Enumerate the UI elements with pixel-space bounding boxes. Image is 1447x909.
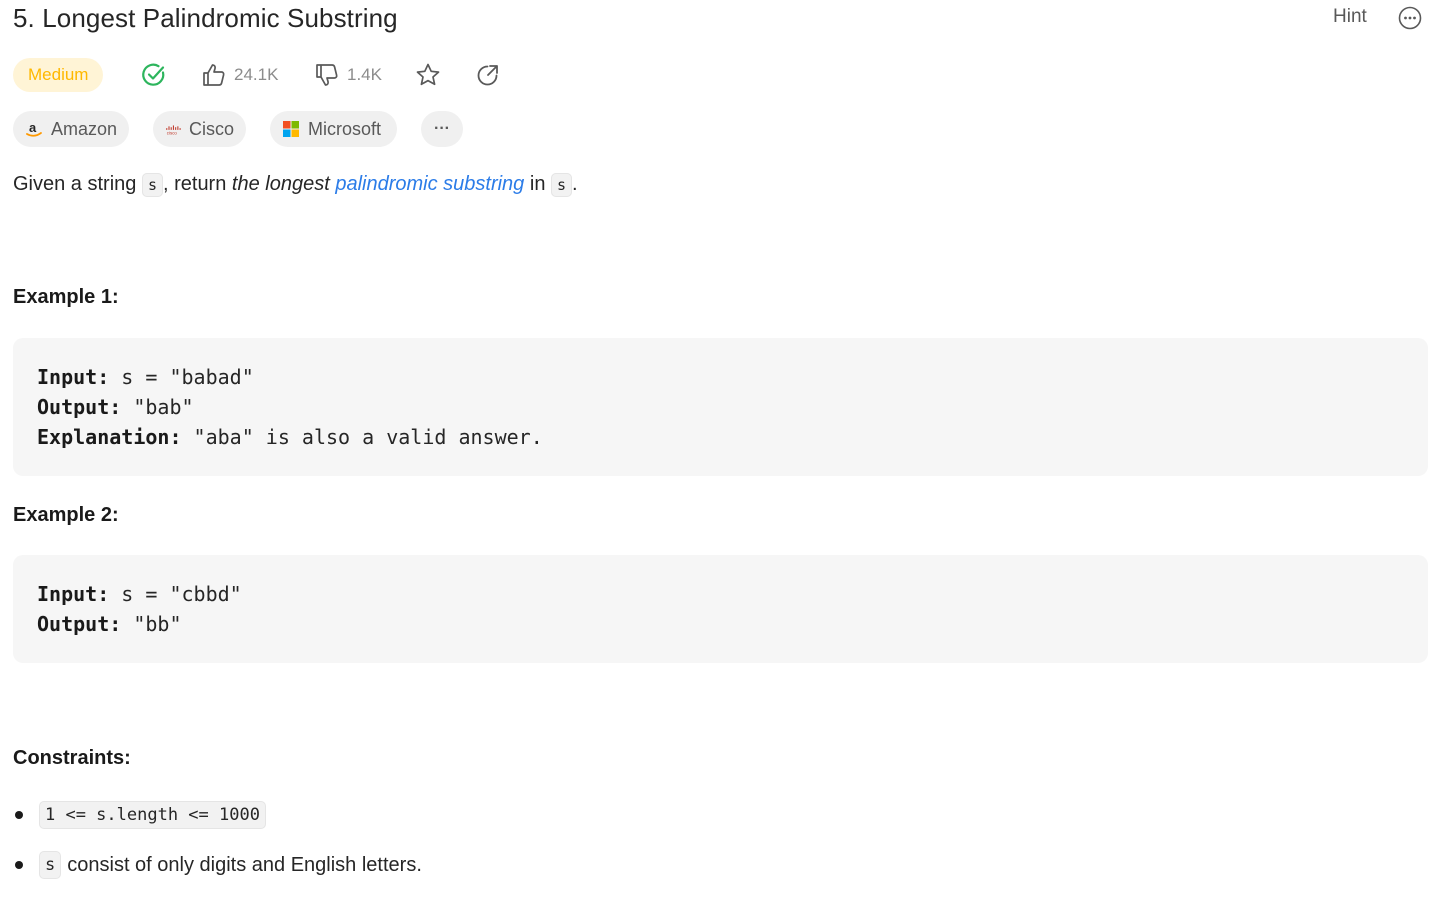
constraints-heading: Constraints: bbox=[13, 747, 131, 769]
bullet-dot bbox=[15, 811, 23, 819]
tag-cisco[interactable]: cisco Cisco bbox=[153, 111, 246, 147]
inline-code: s bbox=[551, 173, 573, 197]
solved-check-icon bbox=[142, 63, 165, 86]
difficulty-badge: Medium bbox=[13, 58, 104, 92]
desc-text: in bbox=[524, 173, 551, 195]
desc-text: , return bbox=[162, 173, 232, 195]
more-options-icon[interactable] bbox=[1398, 6, 1422, 30]
example-1-box: Input: s = "babad" Output: "bab" Explana… bbox=[13, 338, 1428, 476]
example-2-heading: Example 2: bbox=[13, 504, 119, 526]
amazon-logo-icon: a bbox=[26, 120, 42, 137]
example-1-heading: Example 1: bbox=[13, 286, 119, 308]
example-output-line: Output: "bab" bbox=[37, 395, 194, 419]
bullet-dot bbox=[15, 861, 23, 869]
hint-button[interactable]: Hint bbox=[1333, 6, 1367, 28]
inline-code: 1 <= s.length <= 1000 bbox=[39, 801, 266, 829]
more-icon: ··· bbox=[434, 120, 450, 137]
cisco-logo-icon: cisco bbox=[166, 125, 181, 135]
constraint-item: s consist of only digits and English let… bbox=[13, 851, 422, 879]
tag-amazon[interactable]: a Amazon bbox=[13, 111, 129, 147]
tag-microsoft[interactable]: Microsoft bbox=[270, 111, 397, 147]
likes-count: 24.1K bbox=[234, 65, 279, 84]
thumbs-up-icon[interactable] bbox=[201, 62, 227, 88]
svg-text:a: a bbox=[29, 120, 37, 135]
problem-description: Given a string s, return the longest pal… bbox=[13, 173, 578, 197]
more-tags-button[interactable]: ··· bbox=[421, 111, 463, 147]
tag-label: Microsoft bbox=[308, 118, 382, 139]
problem-title: 5. Longest Palindromic Substring bbox=[13, 3, 398, 33]
example-input-line: Input: s = "cbbd" bbox=[37, 582, 242, 606]
desc-italic: the longest bbox=[231, 173, 330, 195]
svg-text:cisco: cisco bbox=[167, 130, 178, 135]
share-icon[interactable] bbox=[475, 62, 501, 88]
desc-text: Given a string bbox=[13, 173, 142, 195]
dislikes-count: 1.4K bbox=[347, 65, 382, 84]
example-input-line: Input: s = "babad" bbox=[37, 365, 254, 389]
meta-row: Medium bbox=[13, 58, 104, 92]
tag-label: Amazon bbox=[50, 118, 117, 139]
star-icon[interactable] bbox=[415, 62, 441, 88]
example-explanation-line: Explanation: "aba" is also a valid answe… bbox=[37, 425, 543, 449]
inline-code: s bbox=[141, 173, 163, 197]
example-output-line: Output: "bb" bbox=[37, 612, 182, 636]
desc-text: . bbox=[572, 173, 578, 195]
example-2-box: Input: s = "cbbd" Output: "bb" bbox=[13, 555, 1428, 663]
inline-code: s bbox=[39, 851, 62, 879]
constraint-text: consist of only digits and English lette… bbox=[67, 853, 422, 876]
tag-label: Cisco bbox=[188, 118, 234, 139]
thumbs-down-icon[interactable] bbox=[314, 62, 340, 88]
constraint-item: 1 <= s.length <= 1000 bbox=[13, 801, 266, 829]
palindromic-substring-link[interactable]: palindromic substring bbox=[335, 173, 524, 195]
microsoft-logo-icon bbox=[283, 121, 299, 137]
